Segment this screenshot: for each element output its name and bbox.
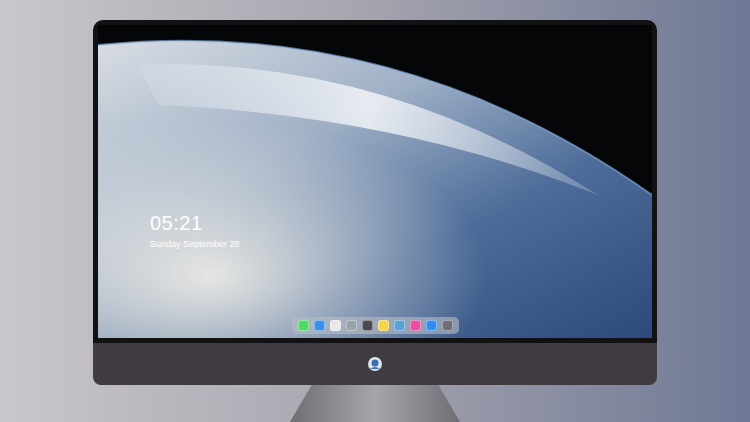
monitor-chin (93, 343, 657, 385)
clock-date: Sunday September 28 (150, 238, 652, 250)
dock-app-icon[interactable] (410, 320, 421, 331)
dock-app-icon[interactable] (426, 320, 437, 331)
dock-app-icon[interactable] (442, 320, 453, 331)
page: 05:21 Sunday September 28 (0, 0, 750, 422)
dock-app-icon[interactable] (346, 320, 357, 331)
earth-photo (98, 25, 652, 338)
dock-app-icon[interactable] (362, 320, 373, 331)
monitor-bezel: 05:21 Sunday September 28 (93, 20, 657, 343)
dock-app-icon[interactable] (378, 320, 389, 331)
dock-app-icon[interactable] (298, 320, 309, 331)
dock-app-icon[interactable] (394, 320, 405, 331)
logo-icon (367, 356, 383, 372)
clock-time: 05:21 (150, 211, 652, 235)
dock (292, 317, 459, 334)
monitor: 05:21 Sunday September 28 (93, 20, 657, 422)
screen: 05:21 Sunday September 28 (98, 25, 652, 338)
monitor-stand (287, 385, 463, 422)
lock-clock: 05:21 Sunday September 28 (98, 25, 652, 250)
dock-app-icon[interactable] (314, 320, 325, 331)
dock-app-icon[interactable] (330, 320, 341, 331)
